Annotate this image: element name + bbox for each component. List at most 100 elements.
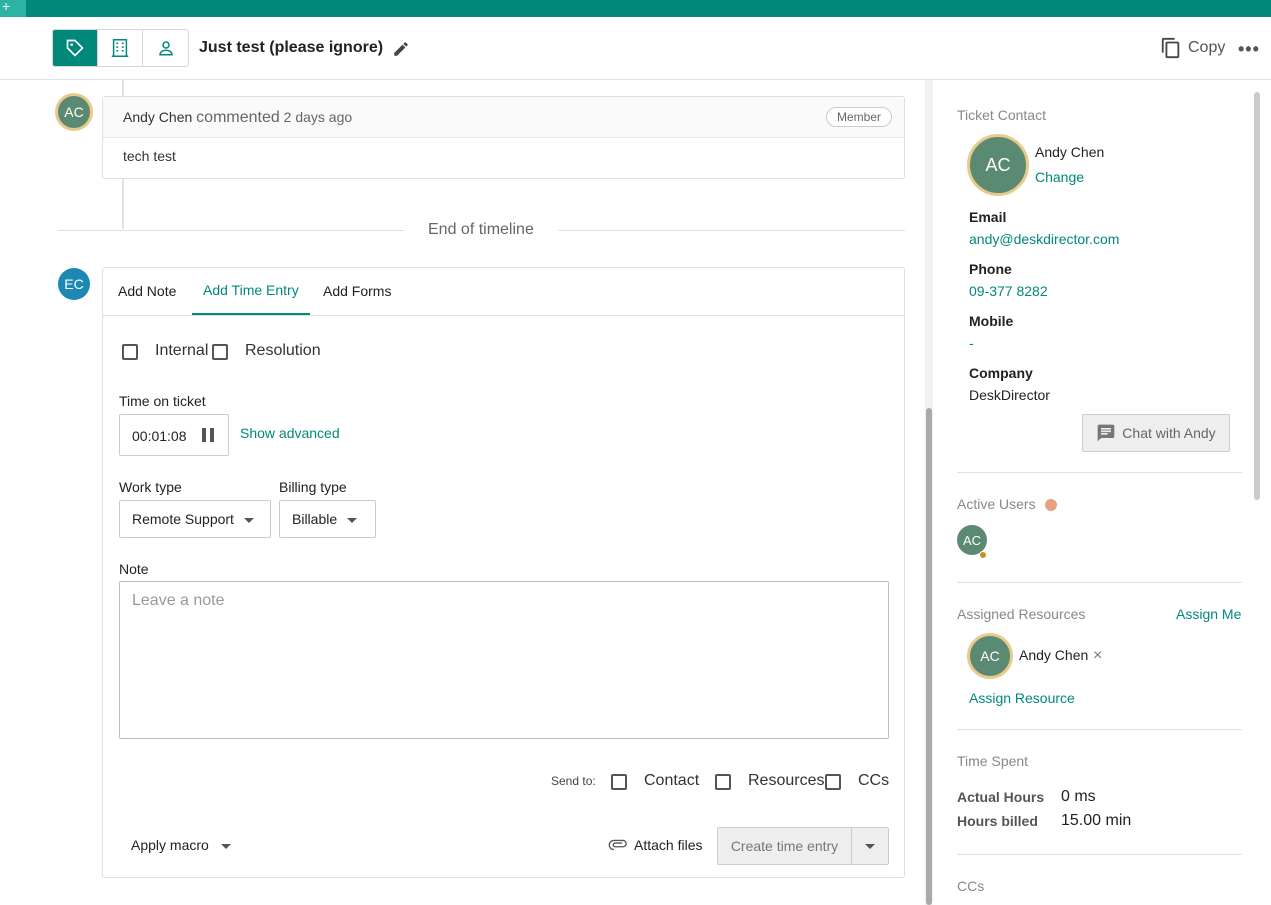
paperclip-icon [608,839,627,851]
end-of-timeline: End of timeline [428,221,534,238]
hours-billed-label: Hours billed [957,813,1038,829]
pause-icon[interactable] [202,428,214,442]
page-title: Just test (please ignore) [199,39,384,56]
send-resources-checkbox[interactable] [715,774,731,790]
assigned-name: Andy Chen [1019,647,1089,663]
more-icon[interactable]: ••• [1238,39,1260,60]
building-icon [111,39,129,57]
hours-billed-value: 15.00 min [1061,812,1132,829]
attach-files-label: Attach files [634,837,703,853]
actual-hours-label: Actual Hours [957,789,1045,805]
divider [58,230,404,231]
time-entry-form: Add Note Add Time Entry Add Forms Intern… [102,267,905,878]
chat-button-label: Chat with Andy [1122,425,1216,441]
note-textarea[interactable]: Leave a note [119,581,889,739]
tab-add-note[interactable]: Add Note [118,283,176,299]
billing-type-select[interactable]: Billable [279,500,376,538]
comment-body: tech test [123,148,176,164]
composer-avatar: EC [58,268,90,300]
close-icon[interactable]: × [1093,647,1102,665]
work-type-label: Work type [119,479,182,495]
work-type-value: Remote Support [132,511,234,527]
send-contact-checkbox[interactable] [611,774,627,790]
tag-icon [66,39,84,57]
assigned-avatar: AC [967,633,1013,679]
chevron-down-icon [243,517,254,523]
active-tab-indicator [192,313,310,315]
add-icon[interactable]: + [0,0,26,17]
timer-display: 00:01:08 [119,414,229,456]
assigned-resources-heading: Assigned Resources [957,606,1086,622]
send-contact-label: Contact [644,772,700,789]
copy-label: Copy [1188,39,1226,56]
send-ccs-label: CCs [858,772,890,789]
assign-resource-link[interactable]: Assign Resource [969,690,1075,706]
apply-macro-button[interactable]: Apply macro [131,837,231,853]
copy-button[interactable]: Copy [1160,37,1225,59]
comment-author[interactable]: Andy Chen [123,109,192,125]
actual-hours-value: 0 ms [1061,788,1096,805]
role-badge: Member [825,107,892,127]
show-advanced-link[interactable]: Show advanced [240,425,340,441]
create-time-entry-button[interactable]: Create time entry [718,828,852,864]
change-contact-link[interactable]: Change [1035,169,1084,185]
company-label: Company [969,365,1033,381]
divider [957,854,1242,855]
composer-tabs: Add Note Add Time Entry Add Forms [103,268,904,316]
comment-time: 2 days ago [283,109,353,125]
person-icon [158,41,173,56]
contact-view-button[interactable] [143,30,188,66]
ticket-view-button[interactable] [53,30,98,66]
note-label: Note [119,561,149,577]
email-link[interactable]: andy@deskdirector.com [969,231,1119,247]
phone-link[interactable]: 09-377 8282 [969,283,1048,299]
view-switcher [52,29,189,67]
copy-icon [1161,37,1180,59]
mobile-label: Mobile [969,313,1014,329]
internal-label: Internal [155,342,209,359]
email-label: Email [969,209,1007,225]
ticket-header: Just test (please ignore) Copy ••• [0,17,1271,80]
time-on-ticket-label: Time on ticket [119,393,206,409]
chevron-down-icon [347,517,358,523]
chat-button[interactable]: Chat with Andy [1082,414,1230,452]
divider [957,472,1242,473]
main-scrollbar-thumb[interactable] [926,408,932,905]
chevron-down-icon [865,843,875,849]
assign-me-link[interactable]: Assign Me [1176,606,1241,622]
contact-name: Andy Chen [1035,144,1105,160]
work-type-select[interactable]: Remote Support [119,500,271,538]
billing-type-value: Billable [292,511,338,527]
company-view-button[interactable] [98,30,143,66]
company-value: DeskDirector [969,387,1050,403]
status-dot [979,551,987,559]
apply-macro-label: Apply macro [131,837,209,853]
contact-avatar: AC [967,134,1029,196]
resolution-checkbox[interactable] [212,344,228,360]
time-spent-heading: Time Spent [957,753,1029,769]
top-bar: + [0,0,1271,17]
main-scrollbar[interactable] [925,80,933,905]
presence-dot [1045,499,1057,511]
internal-checkbox[interactable] [122,344,138,360]
create-options-button[interactable] [852,828,888,864]
divider [558,230,905,231]
comment-header: Andy Chen commented 2 days ago [103,97,904,138]
send-ccs-checkbox[interactable] [825,774,841,790]
phone-label: Phone [969,261,1012,277]
create-time-entry-group: Create time entry [717,827,889,865]
pencil-icon[interactable] [392,40,410,58]
attach-files-button[interactable]: Attach files [608,837,702,853]
tab-add-time-entry[interactable]: Add Time Entry [203,282,299,298]
mobile-value[interactable]: - [969,335,974,351]
sidebar-scrollbar-thumb[interactable] [1254,92,1260,500]
divider [957,729,1242,730]
ticket-contact-heading: Ticket Contact [957,107,1046,123]
billing-type-label: Billing type [279,479,347,495]
chat-icon [1097,424,1115,442]
ticket-sidebar: Ticket Contact AC Andy Chen Change Email… [933,80,1271,905]
tab-add-forms[interactable]: Add Forms [323,283,391,299]
divider [957,582,1242,583]
resolution-label: Resolution [245,342,321,359]
comment-avatar: AC [55,93,93,131]
